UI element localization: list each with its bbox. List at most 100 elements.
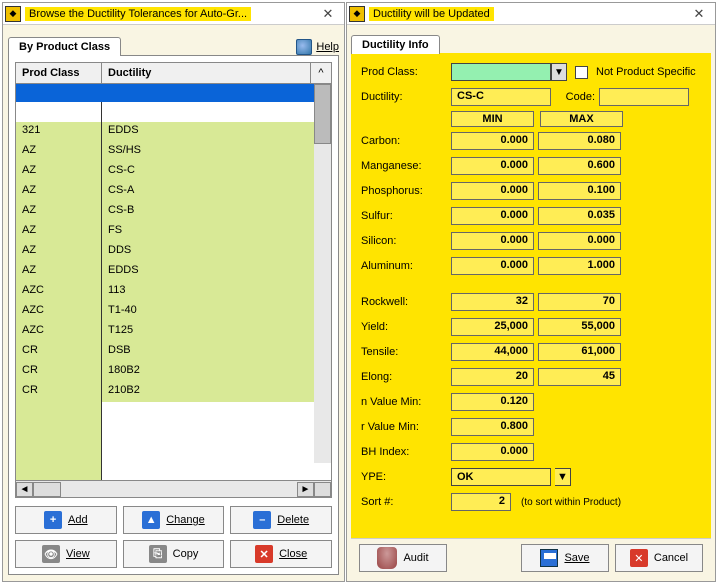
nval-input[interactable]: 0.120 — [451, 393, 534, 411]
header-sort-icon[interactable]: ^ — [311, 63, 331, 83]
help-link[interactable]: Help — [296, 39, 339, 55]
tab-by-product-class[interactable]: By Product Class — [8, 37, 121, 56]
cell[interactable]: CR — [16, 362, 101, 382]
horizontal-scrollbar[interactable]: ◄ ► — [16, 480, 331, 497]
cell[interactable]: AZ — [16, 262, 101, 282]
cell[interactable]: CR — [16, 342, 101, 362]
yield-min[interactable]: 25,000 — [451, 318, 534, 336]
carbon-min[interactable]: 0.000 — [451, 132, 534, 150]
row-phosphorus: Phosphorus: 0.000 0.100 — [361, 180, 701, 202]
cell[interactable]: DSB — [102, 342, 331, 362]
cell[interactable]: CS-C — [102, 162, 331, 182]
scroll-left-icon[interactable]: ◄ — [16, 482, 33, 497]
cell[interactable]: SS/HS — [102, 142, 331, 162]
close-x-icon: ✕ — [255, 545, 273, 563]
cell[interactable]: T125 — [102, 322, 331, 342]
chevron-down-icon[interactable]: ▼ — [555, 468, 571, 486]
phosphorus-max[interactable]: 0.100 — [538, 182, 621, 200]
cell[interactable]: 210B2 — [102, 382, 331, 402]
audit-button[interactable]: Audit — [359, 544, 447, 572]
label-prod-class: Prod Class: — [361, 66, 447, 78]
rval-input[interactable]: 0.800 — [451, 418, 534, 436]
cell[interactable]: AZ — [16, 222, 101, 242]
prod-class-value[interactable] — [451, 63, 551, 81]
row-elong: Elong: 20 45 — [361, 366, 701, 388]
save-button[interactable]: Save — [521, 544, 609, 572]
cancel-button[interactable]: ✕ Cancel — [615, 544, 703, 572]
cell[interactable]: FS — [102, 222, 331, 242]
manganese-min[interactable]: 0.000 — [451, 157, 534, 175]
save-icon — [540, 549, 558, 567]
label-carbon: Carbon: — [361, 135, 447, 147]
yield-max[interactable]: 55,000 — [538, 318, 621, 336]
cell[interactable]: EDDS — [102, 262, 331, 282]
close-button[interactable]: ✕ Close — [230, 540, 332, 568]
cell[interactable]: 180B2 — [102, 362, 331, 382]
cell[interactable]: AZ — [16, 202, 101, 222]
cell[interactable]: AZ — [16, 242, 101, 262]
cell[interactable]: AZC — [16, 302, 101, 322]
close-icon[interactable]: ✕ — [314, 5, 342, 23]
cell[interactable]: CS-A — [102, 182, 331, 202]
cell[interactable]: 113 — [102, 282, 331, 302]
cell[interactable]: DDS — [102, 242, 331, 262]
cell[interactable]: CS-B — [102, 202, 331, 222]
hscroll-thumb[interactable] — [33, 482, 61, 497]
silicon-min[interactable]: 0.000 — [451, 232, 534, 250]
close-icon[interactable]: ✕ — [685, 5, 713, 23]
cell[interactable]: EDDS — [102, 122, 331, 142]
aluminum-min[interactable]: 0.000 — [451, 257, 534, 275]
delete-button[interactable]: – Delete — [230, 506, 332, 534]
elong-max[interactable]: 45 — [538, 368, 621, 386]
rockwell-min[interactable]: 32 — [451, 293, 534, 311]
ductility-input[interactable]: CS-C — [451, 88, 551, 106]
chevron-down-icon[interactable]: ▼ — [551, 63, 567, 81]
copy-button[interactable]: ⎘ Copy — [123, 540, 225, 568]
cell[interactable]: AZ — [16, 182, 101, 202]
sort-input[interactable]: 2 — [451, 493, 511, 511]
tensile-max[interactable]: 61,000 — [538, 343, 621, 361]
silicon-max[interactable]: 0.000 — [538, 232, 621, 250]
not-specific-checkbox[interactable] — [575, 66, 588, 79]
list-body[interactable]: 321 AZ AZ AZ AZ AZ AZ AZ AZC AZC AZC CR — [16, 84, 331, 480]
vertical-scrollbar[interactable] — [314, 84, 331, 463]
cell[interactable]: AZ — [16, 162, 101, 182]
code-input[interactable] — [599, 88, 689, 106]
carbon-max[interactable]: 0.080 — [538, 132, 621, 150]
cell[interactable]: CR — [16, 382, 101, 402]
left-window-title: Browse the Ductility Tolerances for Auto… — [25, 7, 251, 21]
label-elong: Elong: — [361, 371, 447, 383]
change-label: Change — [166, 514, 205, 526]
tab-ductility-info[interactable]: Ductility Info — [351, 35, 440, 54]
prod-class-dropdown[interactable]: ▼ — [451, 63, 567, 81]
selected-row[interactable] — [16, 84, 331, 102]
cell[interactable]: AZ — [16, 142, 101, 162]
phosphorus-min[interactable]: 0.000 — [451, 182, 534, 200]
sulfur-min[interactable]: 0.000 — [451, 207, 534, 225]
bh-input[interactable]: 0.000 — [451, 443, 534, 461]
scroll-thumb[interactable] — [314, 84, 331, 144]
ype-dropdown[interactable]: OK — [451, 468, 551, 486]
col-ductility[interactable]: Ductility — [102, 63, 311, 83]
row-sulfur: Sulfur: 0.000 0.035 — [361, 205, 701, 227]
aluminum-max[interactable]: 1.000 — [538, 257, 621, 275]
view-button[interactable]: 👁 View — [15, 540, 117, 568]
change-button[interactable]: ▲ Change — [123, 506, 225, 534]
sulfur-max[interactable]: 0.035 — [538, 207, 621, 225]
elong-min[interactable]: 20 — [451, 368, 534, 386]
scroll-corner — [314, 482, 331, 497]
col-prod-class[interactable]: Prod Class — [16, 63, 102, 83]
add-button[interactable]: + Add — [15, 506, 117, 534]
label-silicon: Silicon: — [361, 235, 447, 247]
rockwell-max[interactable]: 70 — [538, 293, 621, 311]
cell[interactable]: 321 — [16, 122, 101, 142]
cell[interactable]: AZC — [16, 282, 101, 302]
row-nval: n Value Min: 0.120 — [361, 391, 701, 413]
plus-icon: + — [44, 511, 62, 529]
cell[interactable]: AZC — [16, 322, 101, 342]
scroll-right-icon[interactable]: ► — [297, 482, 314, 497]
header-min: MIN — [451, 111, 534, 127]
manganese-max[interactable]: 0.600 — [538, 157, 621, 175]
tensile-min[interactable]: 44,000 — [451, 343, 534, 361]
cell[interactable]: T1-40 — [102, 302, 331, 322]
